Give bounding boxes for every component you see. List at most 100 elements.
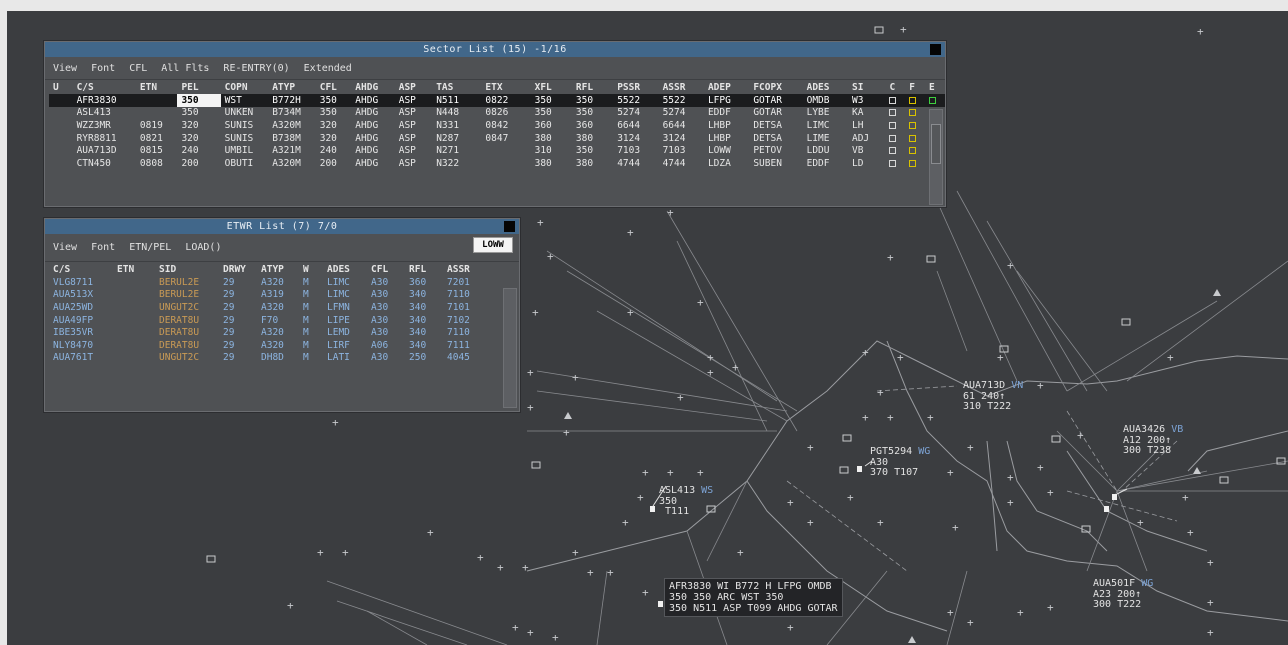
table-cell[interactable]: 29 bbox=[219, 314, 257, 327]
table-row[interactable]: AFR3830 350 WST B772H 350 AHDG ASP N511 0822 350 3… bbox=[49, 94, 945, 107]
table-cell[interactable]: 340 bbox=[405, 301, 443, 314]
column-header[interactable]: PSSR bbox=[613, 81, 658, 94]
checkbox-cell[interactable] bbox=[905, 119, 925, 132]
checkbox-cell[interactable] bbox=[885, 157, 905, 170]
table-row[interactable]: WZZ3MR 0819 320 SUNIS A320M 320 AHDG ASP N331 084… bbox=[49, 119, 945, 132]
etwr-list-scrollbar[interactable] bbox=[503, 288, 517, 408]
table-cell[interactable] bbox=[113, 301, 155, 314]
table-cell[interactable]: 5522 bbox=[613, 94, 659, 107]
table-cell[interactable]: SUNIS bbox=[221, 119, 269, 132]
table-cell[interactable]: AHDG bbox=[351, 107, 394, 120]
column-header[interactable]: CFL bbox=[316, 81, 352, 94]
table-cell[interactable]: M bbox=[299, 326, 323, 339]
column-header[interactable]: ASSR bbox=[659, 81, 704, 94]
track-label-aua3426[interactable]: AUA3426 VB A12 200↑ 300 T238 bbox=[1123, 424, 1183, 457]
table-cell[interactable]: M bbox=[299, 276, 323, 289]
column-header[interactable]: DRWY bbox=[219, 263, 257, 276]
menu-all-flts[interactable]: All Flts bbox=[161, 63, 209, 74]
column-header[interactable]: SI bbox=[848, 81, 885, 94]
table-row[interactable]: ASL413 350 UNKEN B734M 350 AHDG ASP N448 0826 350… bbox=[49, 107, 945, 120]
table-cell[interactable]: 29 bbox=[219, 276, 257, 289]
table-cell[interactable]: 340 bbox=[405, 326, 443, 339]
table-cell[interactable]: N322 bbox=[432, 157, 481, 170]
table-cell[interactable]: ASP bbox=[395, 157, 432, 170]
menu-load[interactable]: LOAD() bbox=[185, 242, 221, 253]
table-cell[interactable]: 250 bbox=[405, 352, 443, 365]
table-cell[interactable]: DERAT8U bbox=[155, 339, 219, 352]
column-header[interactable]: RFL bbox=[572, 81, 613, 94]
track-label-asl413[interactable]: ASL413 WS 350 T111 bbox=[659, 485, 713, 518]
column-header[interactable]: E bbox=[925, 81, 945, 94]
table-cell[interactable]: 7111 bbox=[443, 339, 485, 352]
checkbox-cell[interactable] bbox=[925, 94, 945, 107]
column-header[interactable]: F bbox=[905, 81, 925, 94]
checkbox[interactable] bbox=[909, 159, 917, 167]
table-cell[interactable]: 240 bbox=[316, 144, 352, 157]
table-cell[interactable]: A320 bbox=[257, 339, 299, 352]
table-cell[interactable]: 0826 bbox=[481, 107, 530, 120]
table-cell[interactable] bbox=[113, 289, 155, 302]
column-header[interactable]: ADEP bbox=[704, 81, 749, 94]
table-cell[interactable]: AHDG bbox=[351, 144, 394, 157]
table-cell[interactable] bbox=[49, 157, 73, 170]
table-cell[interactable]: LIMC bbox=[803, 119, 848, 132]
table-cell[interactable]: OBUTI bbox=[221, 157, 269, 170]
table-cell[interactable] bbox=[481, 157, 530, 170]
table-cell[interactable]: VLG8711 bbox=[49, 276, 113, 289]
menu-extended[interactable]: Extended bbox=[304, 63, 352, 74]
table-cell[interactable]: 7103 bbox=[613, 144, 658, 157]
table-cell[interactable]: 7101 bbox=[443, 301, 485, 314]
table-row[interactable]: VLG8711 BERUL2E 29 A320 M LIMC A30 360 7201 bbox=[49, 276, 485, 289]
table-row[interactable]: RYR8811 0821 320 SUNIS B738M 320 AHDG ASP N287 08… bbox=[49, 132, 945, 145]
table-cell[interactable] bbox=[135, 94, 178, 107]
table-cell[interactable]: 6644 bbox=[613, 119, 658, 132]
close-icon[interactable] bbox=[930, 44, 941, 55]
close-icon[interactable] bbox=[504, 221, 515, 232]
table-cell[interactable]: N511 bbox=[432, 94, 482, 107]
column-header[interactable]: ETN bbox=[136, 81, 178, 94]
table-cell[interactable]: OMDB bbox=[802, 94, 848, 107]
table-cell[interactable]: 29 bbox=[219, 352, 257, 365]
table-cell[interactable]: N331 bbox=[432, 119, 481, 132]
column-header[interactable]: XFL bbox=[531, 81, 572, 94]
etwr-list-titlebar[interactable]: ETWR List (7) 7/0 bbox=[45, 219, 519, 234]
table-cell[interactable]: AUA713D bbox=[73, 144, 136, 157]
table-cell[interactable]: W3 bbox=[847, 94, 886, 107]
table-cell[interactable]: ASP bbox=[395, 107, 432, 120]
table-cell[interactable]: RYR8811 bbox=[73, 132, 136, 145]
column-header[interactable]: AHDG bbox=[351, 81, 394, 94]
menu-font[interactable]: Font bbox=[91, 242, 115, 253]
table-cell[interactable]: AUA49FP bbox=[49, 314, 113, 327]
menu-etn-pel[interactable]: ETN/PEL bbox=[129, 242, 171, 253]
table-cell[interactable]: LIPE bbox=[323, 314, 367, 327]
track-label-afr3830-extended[interactable]: AFR3830 WI B772 H LFPG OMDB 350 350 ARC … bbox=[664, 578, 843, 617]
table-cell[interactable]: LDDU bbox=[803, 144, 848, 157]
table-cell[interactable]: 380 bbox=[572, 132, 613, 145]
table-cell[interactable]: 340 bbox=[405, 339, 443, 352]
column-header[interactable]: ADES bbox=[803, 81, 848, 94]
table-cell[interactable]: LIME bbox=[803, 132, 848, 145]
table-cell[interactable]: DERAT8U bbox=[155, 326, 219, 339]
checkbox[interactable] bbox=[889, 159, 897, 167]
table-cell[interactable]: A320 bbox=[257, 276, 299, 289]
table-cell[interactable]: BERUL2E bbox=[155, 289, 219, 302]
table-cell[interactable]: LHBP bbox=[704, 132, 749, 145]
table-cell[interactable]: A30 bbox=[367, 326, 405, 339]
menu-font[interactable]: Font bbox=[91, 63, 115, 74]
table-cell[interactable]: AHDG bbox=[351, 119, 394, 132]
table-cell[interactable]: UMBIL bbox=[221, 144, 269, 157]
table-cell[interactable]: LIRF bbox=[323, 339, 367, 352]
table-cell[interactable] bbox=[113, 326, 155, 339]
table-cell[interactable]: 350 bbox=[177, 94, 221, 107]
checkbox[interactable] bbox=[929, 96, 937, 104]
table-cell[interactable]: 310 bbox=[531, 144, 572, 157]
table-cell[interactable]: A06 bbox=[367, 339, 405, 352]
table-cell[interactable]: AUA761T bbox=[49, 352, 113, 365]
table-cell[interactable]: M bbox=[299, 289, 323, 302]
table-cell[interactable]: 0815 bbox=[136, 144, 178, 157]
table-cell[interactable]: LYBE bbox=[803, 107, 848, 120]
table-cell[interactable] bbox=[113, 339, 155, 352]
column-header[interactable]: ETN bbox=[113, 263, 155, 276]
table-cell[interactable]: 320 bbox=[177, 119, 220, 132]
table-cell[interactable]: M bbox=[299, 339, 323, 352]
